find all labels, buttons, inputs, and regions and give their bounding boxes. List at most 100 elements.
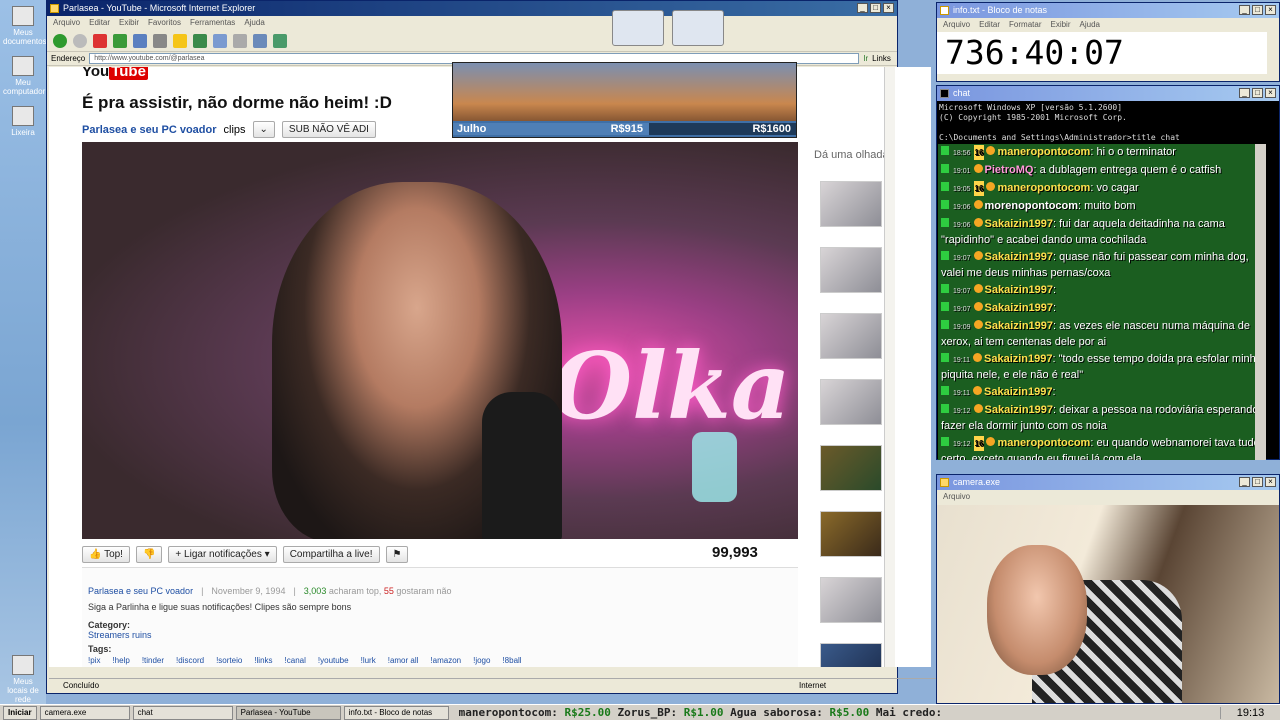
related-video-thumb[interactable] [820, 577, 882, 623]
maximize-button[interactable]: □ [1252, 477, 1263, 487]
taskbar-button-camera[interactable]: camera.exe [39, 705, 130, 720]
related-video-thumb[interactable] [820, 247, 882, 293]
desktop-icon-recycle-bin[interactable]: Lixeira [3, 106, 43, 137]
share-button[interactable]: Compartilha a live! [282, 545, 380, 563]
minimize-button[interactable]: _ [1239, 88, 1250, 98]
links-label[interactable]: Links [872, 54, 891, 63]
tag-link[interactable]: !tinder [142, 656, 164, 665]
minimize-button[interactable]: _ [1239, 5, 1250, 15]
castle-icon[interactable] [672, 10, 724, 46]
taskbar-button-ie[interactable]: Parlasea - YouTube [235, 705, 341, 720]
monitor-icon[interactable] [612, 10, 664, 46]
maximize-button[interactable]: □ [1252, 88, 1263, 98]
related-video-thumb[interactable] [820, 313, 882, 359]
related-video-thumb[interactable] [820, 379, 882, 425]
menu-arquivo[interactable]: Arquivo [943, 18, 970, 32]
tag-link[interactable]: !help [112, 656, 129, 665]
chat-username[interactable]: Sakaizin1997 [985, 284, 1054, 296]
notify-button[interactable]: + Ligar notificações ▾ [168, 545, 277, 563]
chat-username[interactable]: Sakaizin1997 [985, 404, 1054, 416]
notepad-titlebar[interactable]: info.txt - Bloco de notas _ □ × [937, 3, 1279, 18]
menu-editar[interactable]: Editar [979, 18, 1000, 32]
dislike-button[interactable]: 👎 [135, 545, 163, 563]
forward-icon[interactable] [73, 33, 87, 48]
stop-icon[interactable] [93, 33, 107, 48]
related-video-thumb[interactable] [820, 643, 882, 667]
menu-ferramentas[interactable]: Ferramentas [190, 16, 235, 30]
tag-link[interactable]: !jogo [473, 656, 490, 665]
chat-username[interactable]: Sakaizin1997 [985, 251, 1054, 263]
ie-titlebar[interactable]: Parlasea - YouTube - Microsoft Internet … [47, 1, 897, 16]
tag-link[interactable]: !pix [88, 656, 100, 665]
tag-link[interactable]: !amor all [388, 656, 419, 665]
chat-username[interactable]: maneropontocom [997, 146, 1090, 158]
chat-scrollbar[interactable] [1255, 144, 1266, 460]
tag-link[interactable]: !links [254, 656, 272, 665]
minimize-button[interactable]: _ [1239, 477, 1250, 487]
like-button[interactable]: 👍 Top! [82, 545, 130, 563]
maximize-button[interactable]: □ [1252, 5, 1263, 15]
flag-button[interactable]: ⚑ [385, 545, 409, 563]
tag-link[interactable]: !sorteio [216, 656, 242, 665]
chat-username[interactable]: maneropontocom [997, 182, 1090, 194]
channel-link[interactable]: Parlasea e seu PC voador [82, 124, 217, 136]
mail-icon[interactable] [213, 33, 227, 48]
home-icon[interactable] [133, 33, 147, 48]
refresh-icon[interactable] [113, 33, 127, 48]
go-button[interactable]: Ir [863, 54, 868, 63]
messenger-icon[interactable] [273, 33, 287, 48]
close-button[interactable]: × [883, 3, 894, 13]
menu-formatar[interactable]: Formatar [1009, 18, 1041, 32]
menu-arquivo[interactable]: Arquivo [53, 16, 80, 30]
tag-link[interactable]: !8ball [502, 656, 521, 665]
close-button[interactable]: × [1265, 5, 1276, 15]
back-icon[interactable] [53, 33, 67, 48]
close-button[interactable]: × [1265, 88, 1276, 98]
tag-link[interactable]: !amazon [430, 656, 461, 665]
taskbar-button-chat[interactable]: chat [132, 705, 233, 720]
stream-timer[interactable]: 736:40:07 [937, 32, 1267, 74]
menu-exibir[interactable]: Exibir [1050, 18, 1070, 32]
category-link[interactable]: Streamers ruins [88, 630, 792, 640]
print-icon[interactable] [233, 33, 247, 48]
tag-link[interactable]: !lurk [361, 656, 376, 665]
chat-username[interactable]: PietroMQ [985, 164, 1034, 176]
taskbar-button-notepad[interactable]: info.txt - Bloco de notas [343, 705, 449, 720]
tag-link[interactable]: !canal [285, 656, 306, 665]
desc-channel-link[interactable]: Parlasea e seu PC voador [88, 586, 193, 596]
related-video-thumb[interactable] [820, 445, 882, 491]
related-video-thumb[interactable] [820, 181, 882, 227]
maximize-button[interactable]: □ [870, 3, 881, 13]
youtube-logo[interactable]: You Tube [82, 67, 148, 80]
search-icon[interactable] [153, 33, 167, 48]
page-scrollbar[interactable] [884, 67, 895, 667]
edit-icon[interactable] [253, 33, 267, 48]
desktop-icon-network[interactable]: Meus locais de rede [3, 655, 43, 704]
favorites-icon[interactable] [173, 33, 187, 48]
chat-username[interactable]: Sakaizin1997 [984, 386, 1053, 398]
history-icon[interactable] [193, 33, 207, 48]
chat-username[interactable]: Sakaizin1997 [985, 218, 1054, 230]
desktop-icon-documents[interactable]: Meus documentos [3, 6, 47, 46]
chat-username[interactable]: Sakaizin1997 [985, 320, 1054, 332]
clips-dropdown-button[interactable]: ⌄ [252, 121, 275, 138]
menu-ajuda[interactable]: Ajuda [244, 16, 264, 30]
menu-ajuda[interactable]: Ajuda [1080, 18, 1100, 32]
video-player[interactable]: Olka [82, 142, 798, 539]
related-video-thumb[interactable] [820, 511, 882, 557]
chat-username[interactable]: morenopontocom [985, 200, 1079, 212]
menu-arquivo[interactable]: Arquivo [943, 490, 970, 504]
menu-editar[interactable]: Editar [89, 16, 110, 30]
camera-titlebar[interactable]: camera.exe _ □ × [937, 475, 1279, 490]
start-button[interactable]: Iniciar [3, 705, 37, 720]
menu-favoritos[interactable]: Favoritos [148, 16, 181, 30]
tag-link[interactable]: !discord [176, 656, 204, 665]
subscribe-button[interactable]: SUB NÃO VÊ ADI [281, 121, 376, 138]
chat-username[interactable]: Sakaizin1997 [985, 302, 1054, 314]
chat-username[interactable]: Sakaizin1997 [984, 353, 1053, 365]
minimize-button[interactable]: _ [857, 3, 868, 13]
desktop-icon-computer[interactable]: Meu computador [3, 56, 45, 96]
menu-exibir[interactable]: Exibir [119, 16, 139, 30]
close-button[interactable]: × [1265, 477, 1276, 487]
clips-label[interactable]: clips [224, 124, 246, 136]
